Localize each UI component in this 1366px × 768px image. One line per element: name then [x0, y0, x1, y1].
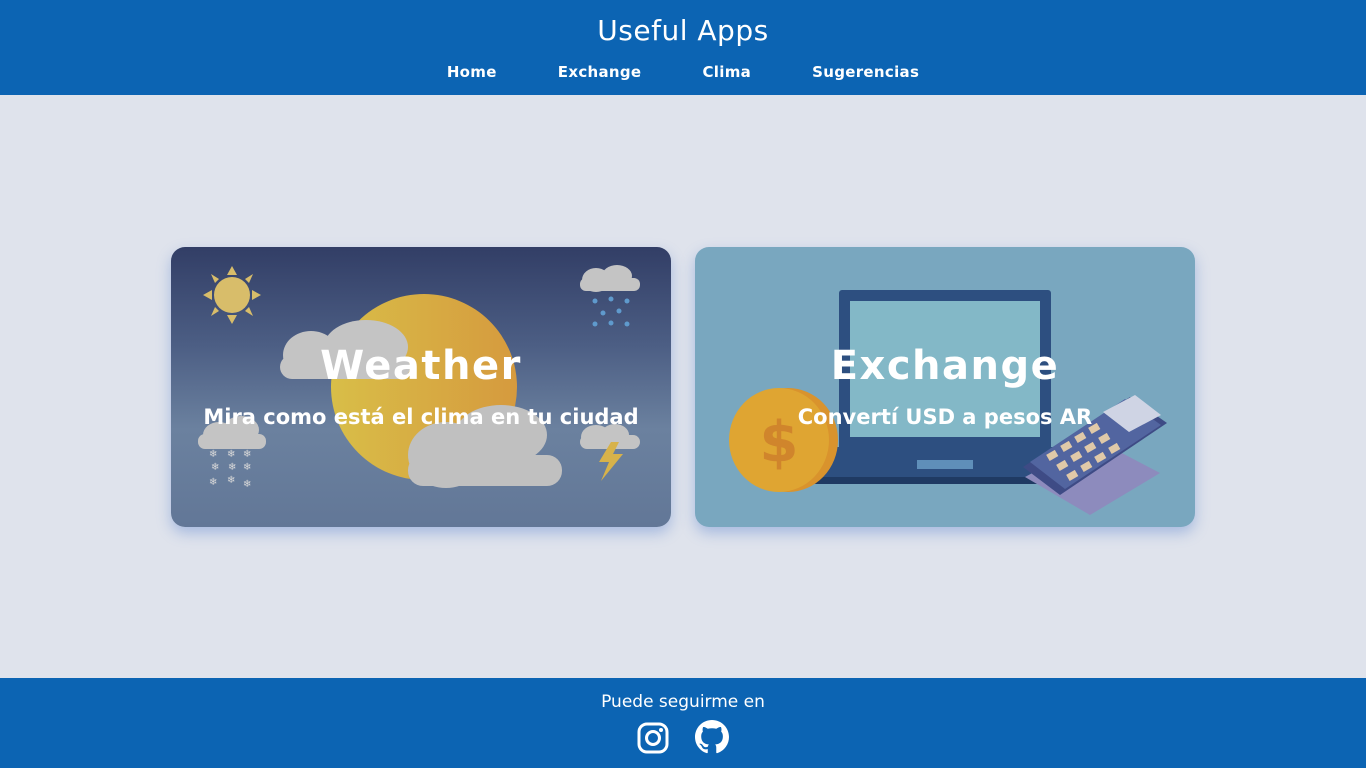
dollar-coin-icon: $ [729, 388, 838, 492]
small-sun-icon [203, 266, 261, 324]
weather-card-subtitle: Mira como está el clima en tu ciudad [203, 405, 639, 429]
site-footer: Puede seguirme en [0, 678, 1366, 768]
nav-sugerencias[interactable]: Sugerencias [812, 63, 919, 81]
svg-text:❄: ❄ [211, 462, 219, 473]
storm-cloud-icon [580, 424, 640, 481]
svg-text:❄: ❄ [243, 462, 251, 473]
svg-text:❄: ❄ [227, 475, 235, 486]
exchange-card-subtitle: Convertí USD a pesos AR [797, 405, 1093, 429]
main-nav: Home Exchange Clima Sugerencias [0, 62, 1366, 81]
weather-card[interactable]: ❄ ❄ ❄ ❄ ❄ ❄ ❄ ❄ ❄ Weather Mira como está el cl… [171, 247, 671, 527]
svg-text:❄: ❄ [209, 449, 217, 460]
exchange-card-title: Exchange [830, 343, 1060, 389]
svg-text:❄: ❄ [243, 449, 251, 460]
nav-clima[interactable]: Clima [703, 63, 752, 81]
svg-text:❄: ❄ [227, 449, 235, 460]
nav-exchange[interactable]: Exchange [558, 63, 642, 81]
site-title: Useful Apps [597, 14, 769, 47]
svg-text:❄: ❄ [228, 462, 236, 473]
github-icon[interactable] [694, 720, 729, 758]
svg-text:❄: ❄ [209, 477, 217, 488]
weather-card-title: Weather [320, 343, 522, 389]
site-header: Useful Apps Home Exchange Clima Sugerenc… [0, 0, 1366, 95]
exchange-card[interactable]: $ Exchange Convertí USD a pesos AR [695, 247, 1195, 527]
nav-home[interactable]: Home [447, 63, 497, 81]
rain-cloud-icon [580, 265, 640, 327]
follow-text: Puede seguirme en [601, 692, 765, 712]
social-links [0, 720, 1366, 758]
instagram-icon[interactable] [637, 722, 669, 758]
svg-text:❄: ❄ [243, 479, 251, 490]
